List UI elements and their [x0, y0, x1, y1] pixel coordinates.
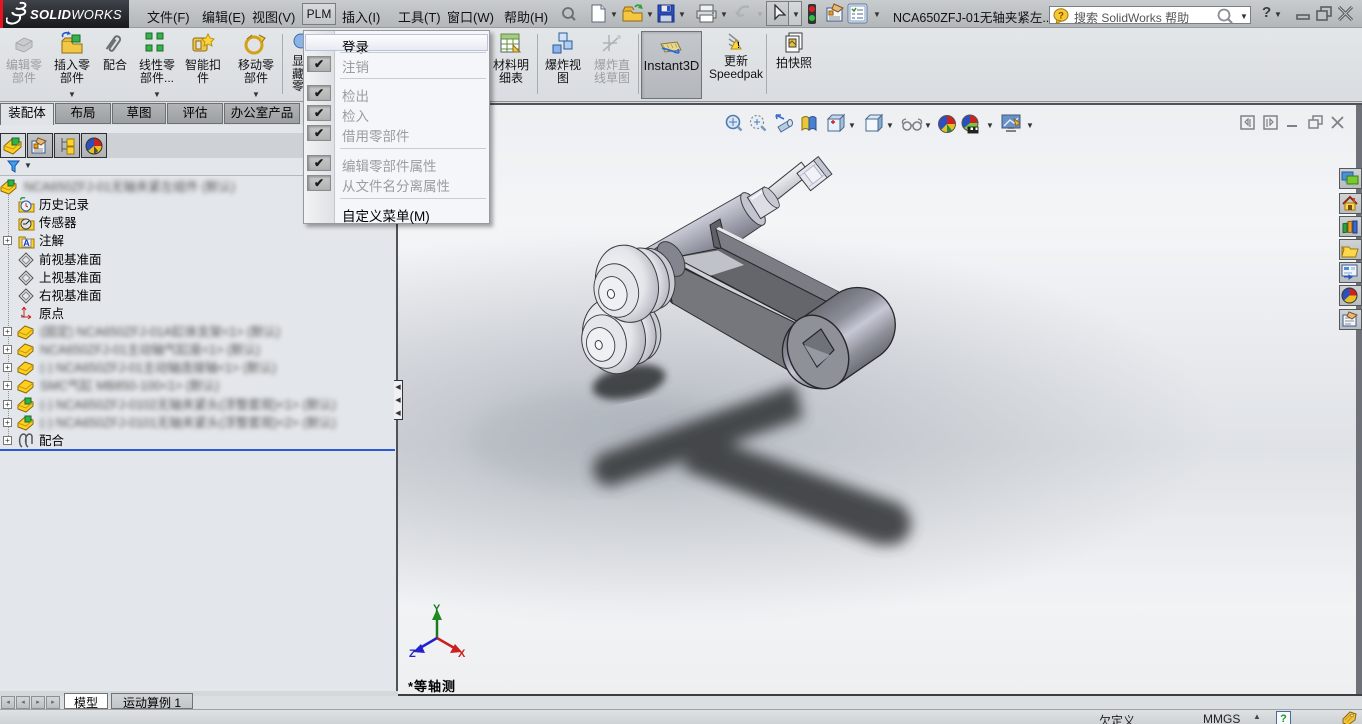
svg-text:?: ?	[1058, 11, 1064, 22]
svg-text:?: ?	[1280, 713, 1287, 724]
svg-text:A: A	[23, 238, 30, 248]
svg-text:Y: Y	[433, 603, 441, 615]
svg-text:Z: Z	[409, 648, 416, 660]
svg-text:!: !	[737, 41, 740, 50]
svg-text:X: X	[458, 648, 466, 660]
